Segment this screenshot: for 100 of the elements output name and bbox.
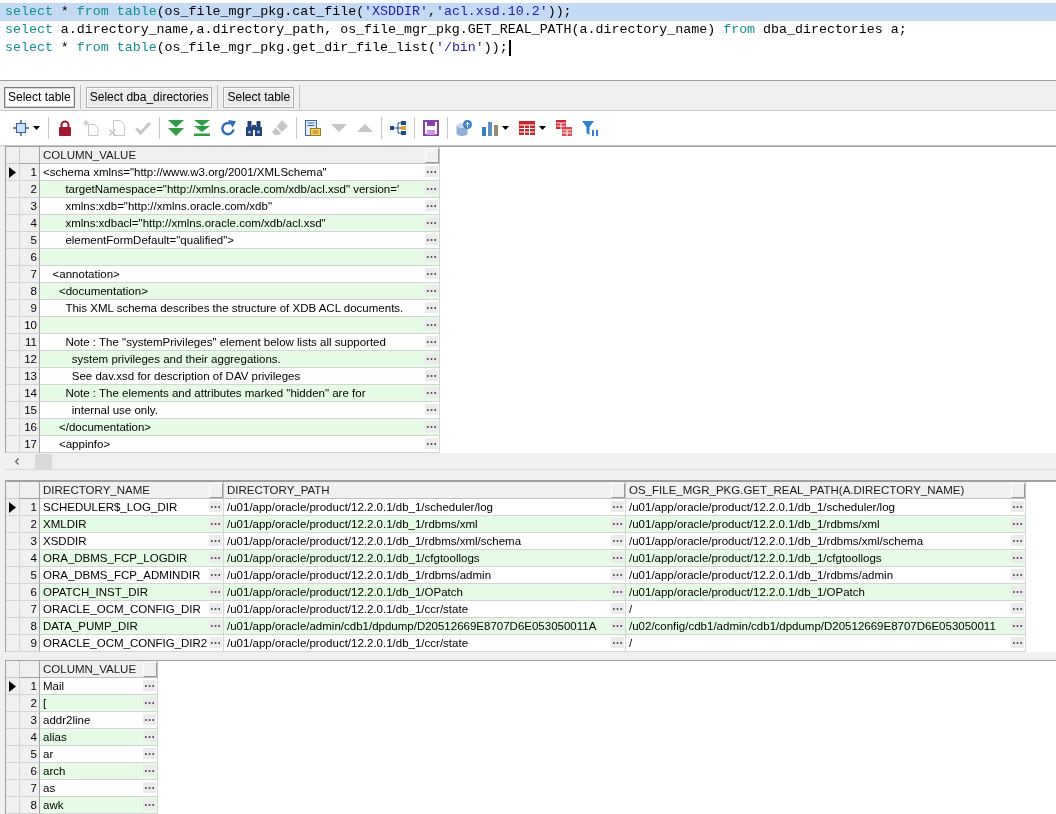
cell-ellipsis-button[interactable] [1011,552,1024,563]
row-number: 1 [20,678,40,695]
column-button[interactable] [143,661,157,677]
result-tab[interactable]: Select dba_directories [85,86,213,108]
cell-ellipsis-button[interactable] [425,268,438,279]
cell-ellipsis-button[interactable] [425,251,438,262]
cell-text: See dav.xsd for description of DAV privileges [71,369,301,384]
cell-ellipsis-button[interactable] [1011,569,1024,580]
ellipsis-icon [145,684,154,687]
ellipsis-icon [211,522,220,525]
lock-icon [57,120,73,136]
cell-ellipsis-button[interactable] [143,714,156,725]
cell-text: /u01/app/oracle/product/12.2.0.1/db_1/cfgtoollogs [227,551,480,566]
refresh-icon [220,120,236,136]
cell-ellipsis-button[interactable] [611,586,624,597]
cell-ellipsis-button[interactable] [425,200,438,211]
cell-ellipsis-button[interactable] [1011,535,1024,546]
cell-ellipsis-button[interactable] [611,535,624,546]
cell-ellipsis-button[interactable] [425,166,438,177]
cell-ellipsis-button[interactable] [1011,620,1024,631]
cell-text: /u01/app/oracle/product/12.2.0.1/db_1/scheduler/log [629,500,895,515]
column-header[interactable]: COLUMN_VALUE [40,147,440,164]
cell-ellipsis-button[interactable] [611,569,624,580]
ellipsis-icon [427,306,436,309]
ellipsis-icon [613,505,622,508]
new-page-icon [83,120,99,136]
cell-text: arch [43,764,66,779]
cell-ellipsis-button[interactable] [1011,501,1024,512]
column-button[interactable] [425,147,439,163]
row-number: 13 [20,368,40,385]
cell-ellipsis-button[interactable] [143,697,156,708]
cell-ellipsis-button[interactable] [209,535,222,546]
cell-ellipsis-button[interactable] [143,731,156,742]
cell-ellipsis-button[interactable] [425,387,438,398]
cell-ellipsis-button[interactable] [143,782,156,793]
cell-ellipsis-button[interactable] [425,404,438,415]
cell-ellipsis-button[interactable] [611,637,624,648]
cell-text: /u01/app/oracle/product/12.2.0.1/db_1/OPatch [629,585,865,600]
cell-ellipsis-button[interactable] [611,518,624,529]
cell-ellipsis-button[interactable] [1011,586,1024,597]
cell-ellipsis-button[interactable] [209,569,222,580]
ellipsis-icon [1013,624,1022,627]
column-button[interactable] [611,482,625,498]
cell-ellipsis-button[interactable] [143,748,156,759]
cell-ellipsis-button[interactable] [209,586,222,597]
cell-ellipsis-button[interactable] [209,501,222,512]
column-header[interactable]: COLUMN_VALUE [40,661,158,678]
cell-ellipsis-button[interactable] [1011,518,1024,529]
cell-ellipsis-button[interactable] [209,603,222,614]
cell-ellipsis-button[interactable] [425,336,438,347]
result-tab[interactable]: Select table [223,86,295,108]
cell-ellipsis-button[interactable] [425,217,438,228]
cell-ellipsis-button[interactable] [209,518,222,529]
cell-ellipsis-button[interactable] [209,620,222,631]
cell-ellipsis-button[interactable] [425,285,438,296]
column-header[interactable]: DIRECTORY_NAME [40,482,224,499]
cell-ellipsis-button[interactable] [143,799,156,810]
cell-ellipsis-button[interactable] [425,302,438,313]
cell-ellipsis-button[interactable] [611,501,624,512]
cell-ellipsis-button[interactable] [209,637,222,648]
cell-text: This XML schema describes the structure of XDB ACL documents. [65,301,404,316]
cell-ellipsis-button[interactable] [425,183,438,194]
cell-text: /u01/app/oracle/product/12.2.0.1/db_1/ccr/state [227,636,469,651]
column-button[interactable] [209,482,223,498]
cell-ellipsis-button[interactable] [611,620,624,631]
row-selector[interactable] [6,164,20,181]
cell-text: / [629,636,633,651]
column-button[interactable] [1011,482,1025,498]
cell-ellipsis-button[interactable] [611,552,624,563]
cell-ellipsis-button[interactable] [425,353,438,364]
row-number: 4 [20,550,40,567]
cell-text: targetNamespace="http://xmlns.oracle.com/xdb/acl.xsd" version=' [65,182,400,197]
row-number: 11 [20,334,40,351]
cell-ellipsis-button[interactable] [1011,637,1024,648]
cell-ellipsis-button[interactable] [425,319,438,330]
column-header[interactable]: OS_FILE_MGR_PKG.GET_REAL_PATH(A.DIRECTORY_NAME) [626,482,1026,499]
row-selector[interactable] [6,678,20,695]
column-header[interactable]: DIRECTORY_PATH [224,482,626,499]
cell-ellipsis-button[interactable] [143,765,156,776]
cell-ellipsis-button[interactable] [611,603,624,614]
ellipsis-icon [613,590,622,593]
ellipsis-icon [1013,556,1022,559]
scrollbar-thumb[interactable] [35,453,52,469]
row-number: 5 [20,567,40,584]
cell-ellipsis-button[interactable] [425,234,438,245]
cell-ellipsis-button[interactable] [425,421,438,432]
cell-text: /u01/app/oracle/product/12.2.0.1/db_1/rdbms/admin [227,568,492,583]
cell-text: /u01/app/oracle/product/12.2.0.1/db_1/cfgtoollogs [629,551,882,566]
header-corner [6,661,20,678]
horizontal-scrollbar[interactable] [5,453,1056,470]
cell-ellipsis-button[interactable] [425,438,438,449]
cell-ellipsis-button[interactable] [425,370,438,381]
row-selector[interactable] [6,499,20,516]
result-tab[interactable]: Select table [4,86,75,108]
cell-ellipsis-button[interactable] [209,552,222,563]
ellipsis-icon [427,323,436,326]
ellipsis-icon [427,221,436,224]
cell-ellipsis-button[interactable] [1011,603,1024,614]
cell-ellipsis-button[interactable] [143,680,156,691]
row-number: 15 [20,402,40,419]
